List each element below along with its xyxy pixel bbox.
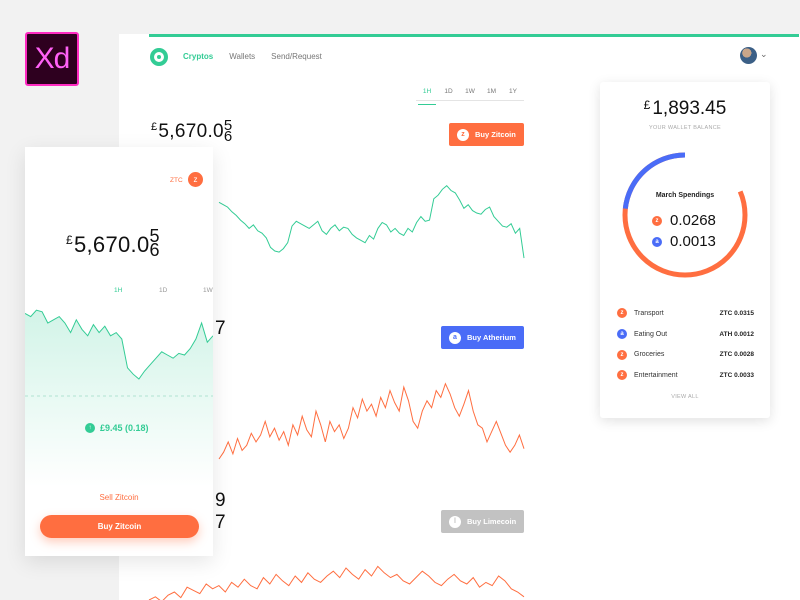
list-item[interactable]: a Eating Out ATH 0.0012 bbox=[617, 324, 754, 345]
list-item[interactable]: z Transport ZTC 0.0315 bbox=[617, 303, 754, 324]
spend-category: Transport bbox=[634, 309, 664, 317]
spend-category: Entertainment bbox=[634, 371, 678, 379]
list-item[interactable]: z Entertainment ZTC 0.0033 bbox=[617, 365, 754, 386]
mobile-app-screen: ZTC z £5,670.05 6 1H 1D 1W ↑ £9.45 (0.18… bbox=[25, 147, 213, 556]
zitcoin-icon: z bbox=[617, 349, 627, 360]
tab-1h[interactable]: 1H bbox=[114, 287, 122, 294]
wallet-summary-card: £1,893.45 YOUR WALLET BALANCE March Spen… bbox=[600, 82, 770, 418]
buy-zitcoin-button[interactable]: Buy Zitcoin bbox=[40, 515, 199, 538]
zitcoin-icon: z bbox=[617, 370, 627, 381]
rolling-digit: 5 6 bbox=[149, 226, 160, 260]
price-value: 5,670.0 bbox=[73, 232, 150, 257]
spend-amount: ZTC 0.0033 bbox=[719, 371, 754, 379]
ring-ath-row: a 0.0013 bbox=[652, 233, 716, 250]
ring-ztc-row: z 0.0268 bbox=[652, 212, 716, 229]
spend-category: Groceries bbox=[634, 351, 665, 359]
zitcoin-icon: z bbox=[617, 308, 627, 319]
list-item[interactable]: z Groceries ZTC 0.0028 bbox=[617, 344, 754, 365]
arrow-up-icon: ↑ bbox=[85, 423, 95, 433]
ring-ztc-value: 0.0268 bbox=[670, 212, 716, 229]
ring-ath-value: 0.0013 bbox=[670, 233, 716, 250]
spend-amount: ATH 0.0012 bbox=[719, 330, 754, 338]
spend-category: Eating Out bbox=[634, 330, 668, 338]
atherium-price-line bbox=[218, 382, 525, 460]
mobile-chart bbox=[25, 309, 213, 487]
zitcoin-icon: z bbox=[652, 215, 662, 226]
price-change-value: £9.45 (0.18) bbox=[100, 423, 149, 433]
ring-title: March Spendings bbox=[655, 192, 715, 199]
spend-amount: ZTC 0.0028 bbox=[719, 351, 754, 359]
mobile-price: £5,670.05 6 bbox=[66, 226, 160, 260]
zitcoin-price-line bbox=[218, 185, 525, 259]
ticker-label: ZTC bbox=[170, 177, 183, 184]
spendings-ring-chart bbox=[622, 152, 748, 278]
atherium-icon: a bbox=[652, 236, 662, 247]
tab-1d[interactable]: 1D bbox=[159, 287, 167, 294]
limecoin-price-line bbox=[148, 565, 525, 600]
spendings-list: z Transport ZTC 0.0315 a Eating Out ATH … bbox=[617, 303, 754, 386]
adobe-xd-logo: Xd bbox=[25, 32, 79, 86]
sell-zitcoin-link[interactable]: Sell Zitcoin bbox=[25, 493, 213, 502]
currency-symbol: £ bbox=[66, 233, 73, 247]
atherium-icon: a bbox=[617, 329, 627, 340]
price-change: ↑ £9.45 (0.18) bbox=[85, 423, 149, 433]
mobile-chart-area bbox=[25, 310, 213, 487]
view-all-link[interactable]: VIEW ALL bbox=[600, 394, 770, 400]
tab-1w[interactable]: 1W bbox=[203, 287, 213, 294]
zitcoin-icon[interactable]: z bbox=[188, 172, 203, 187]
spend-amount: ZTC 0.0315 bbox=[719, 309, 754, 317]
